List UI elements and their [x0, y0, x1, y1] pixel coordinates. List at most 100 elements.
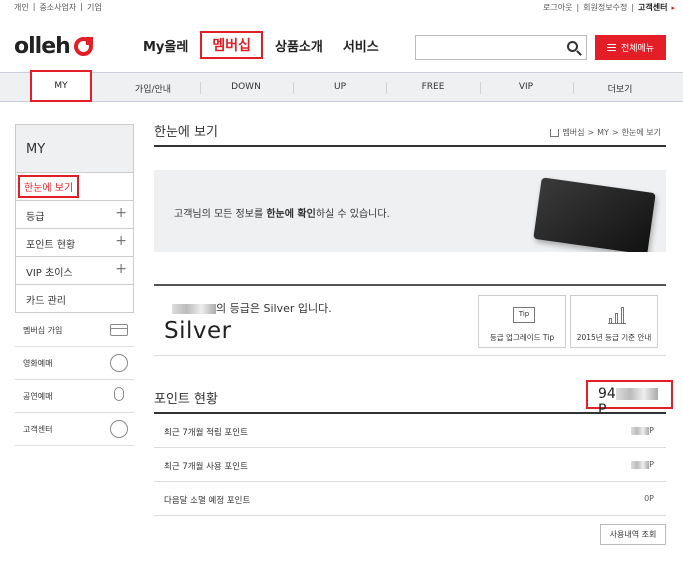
lnb-item-card-manage[interactable]: 카드 관리	[15, 285, 134, 313]
microphone-icon	[114, 387, 124, 401]
breadcrumb-item[interactable]: 멤버십	[562, 127, 584, 138]
lnb-item-label: 카드 관리	[26, 296, 66, 307]
home-icon[interactable]	[550, 128, 560, 137]
breadcrumb-current: 한눈에 보기	[621, 128, 661, 137]
lnb-item-overview[interactable]: 한눈에 보기	[15, 173, 134, 201]
left-nav: MY 한눈에 보기 등급 + 포인트 현황 + VIP 초이스 + 카드 관리	[15, 124, 134, 313]
subnav-up[interactable]: UP	[334, 82, 346, 92]
gnb-membership[interactable]: 멤버십	[200, 31, 263, 59]
masked-value	[631, 426, 650, 435]
lnb-util-movie[interactable]: 영화예매	[15, 347, 134, 380]
points-row-value: 0P	[644, 494, 654, 503]
points-row-earned: 최근 7개월 적립 포인트 P	[154, 414, 666, 448]
film-reel-icon	[110, 354, 128, 372]
account-links: 로그아웃 | 회원정보수정 | 고객센터 ▸	[543, 2, 675, 13]
logo-text: olleh	[14, 34, 71, 59]
subnav-my[interactable]: MY	[30, 70, 92, 102]
grade-upgrade-tip-button[interactable]: Tip 등급 업그레이드 Tip	[478, 295, 566, 348]
points-row-used: 최근 7개월 사용 포인트 P	[154, 448, 666, 482]
grade-upgrade-tip-label: 등급 업그레이드 Tip	[489, 333, 555, 342]
hamburger-icon	[606, 44, 616, 51]
points-row-label: 최근 7개월 사용 포인트	[164, 462, 248, 472]
breadcrumb-item[interactable]: MY	[597, 128, 609, 137]
subnav-vip[interactable]: VIP	[519, 82, 533, 92]
masked-points	[615, 388, 658, 400]
banner-text-bold: 한눈에 확인	[266, 209, 316, 220]
divider	[200, 82, 201, 94]
sub-nav: 가입/안내 DOWN UP FREE VIP 더보기	[0, 72, 683, 102]
segment-personal-link[interactable]: 개인	[14, 2, 29, 13]
lnb-item-label: 포인트 현황	[26, 240, 76, 251]
plus-icon[interactable]: +	[115, 233, 127, 249]
separator: |	[576, 3, 580, 12]
lnb-title: MY	[15, 124, 134, 173]
grade-level: Silver	[164, 318, 232, 344]
breadcrumb: 멤버십 > MY > 한눈에 보기	[550, 127, 661, 138]
edit-info-link[interactable]: 회원정보수정	[583, 2, 627, 13]
segment-enterprise-link[interactable]: 기업	[87, 2, 102, 13]
divider	[293, 82, 294, 94]
overview-banner: 고객님의 모든 정보를 한눈에 확인하실 수 있습니다.	[154, 170, 666, 252]
separator: |	[80, 2, 83, 11]
plus-icon[interactable]: +	[115, 205, 127, 221]
global-nav: My올레 멤버십 상품소개 서비스	[135, 31, 391, 62]
page-title: 한눈에 보기	[154, 125, 218, 140]
all-menu-button[interactable]: 전체메뉴	[595, 35, 666, 60]
usage-history-button[interactable]: 사용내역 조회	[600, 524, 666, 545]
grade-criteria-button[interactable]: 2015년 등급 기준 안내	[570, 295, 658, 348]
grade-sentence: 의 등급은 Silver 입니다.	[216, 302, 332, 315]
grade-criteria-label: 2015년 등급 기준 안내	[576, 333, 652, 342]
search-icon[interactable]	[567, 41, 578, 52]
subnav-join[interactable]: 가입/안내	[135, 82, 171, 95]
divider	[573, 82, 574, 94]
grade-section: 의 등급은 Silver 입니다. Silver Tip 등급 업그레이드 Ti…	[154, 284, 666, 356]
segment-smb-link[interactable]: 중소사업자	[39, 2, 76, 13]
olleh-logo[interactable]: olleh	[14, 34, 93, 59]
banner-text-pre: 고객님의 모든 정보를	[174, 209, 267, 220]
breadcrumb-sep: >	[611, 128, 619, 137]
divider	[480, 82, 481, 94]
gnb-services[interactable]: 서비스	[335, 34, 387, 62]
logout-link[interactable]: 로그아웃	[543, 2, 572, 13]
lnb-item-label: 등급	[26, 212, 45, 223]
bar-chart-icon	[608, 306, 626, 324]
tip-icon: Tip	[513, 307, 535, 323]
points-total-prefix: 94	[598, 386, 616, 402]
person-icon	[110, 420, 128, 438]
lnb-item-label: VIP 초이스	[26, 268, 73, 279]
banner-text-post: 하실 수 있습니다.	[315, 209, 390, 220]
lnb-item-grade[interactable]: 등급 +	[15, 201, 134, 229]
points-row-label: 최근 7개월 적립 포인트	[164, 428, 248, 438]
gnb-products[interactable]: 상품소개	[267, 34, 331, 62]
points-row-label: 다음달 소멸 예정 포인트	[164, 496, 251, 506]
points-row-expiring: 다음달 소멸 예정 포인트 0P	[154, 482, 666, 516]
points-unit: P	[649, 426, 654, 435]
lnb-util-join[interactable]: 멤버십 가입	[15, 314, 134, 347]
segment-links: 개인 | 중소사업자 | 기업	[14, 2, 102, 13]
lnb-util-label: 영화예매	[23, 359, 53, 368]
banner-text: 고객님의 모든 정보를 한눈에 확인하실 수 있습니다.	[174, 205, 390, 220]
points-unit: P	[649, 460, 654, 469]
masked-value	[631, 460, 650, 469]
subnav-down[interactable]: DOWN	[231, 82, 261, 92]
points-row-value: P	[631, 460, 654, 469]
lnb-util-customer[interactable]: 고객센터	[15, 413, 134, 446]
grade-text: 의 등급은 Silver 입니다.	[172, 300, 332, 316]
lnb-util-label: 고객센터	[23, 425, 53, 434]
lnb-item-points[interactable]: 포인트 현황 +	[15, 229, 134, 257]
card-icon	[110, 324, 128, 336]
gnb-my-olleh[interactable]: My올레	[135, 34, 196, 62]
separator: |	[32, 2, 36, 11]
lnb-util-show[interactable]: 공연예매	[15, 380, 134, 413]
points-total: 94P	[586, 380, 673, 418]
divider	[154, 145, 666, 147]
lnb-util-label: 공연예매	[23, 392, 53, 401]
masked-name	[172, 304, 216, 314]
subnav-free[interactable]: FREE	[422, 82, 445, 92]
lnb-item-vip-choice[interactable]: VIP 초이스 +	[15, 257, 134, 285]
customer-center-link[interactable]: 고객센터	[638, 2, 667, 13]
all-menu-label: 전체메뉴	[620, 44, 655, 54]
plus-icon[interactable]: +	[115, 261, 127, 277]
search-input[interactable]	[415, 35, 587, 60]
subnav-more[interactable]: 더보기	[608, 82, 633, 95]
